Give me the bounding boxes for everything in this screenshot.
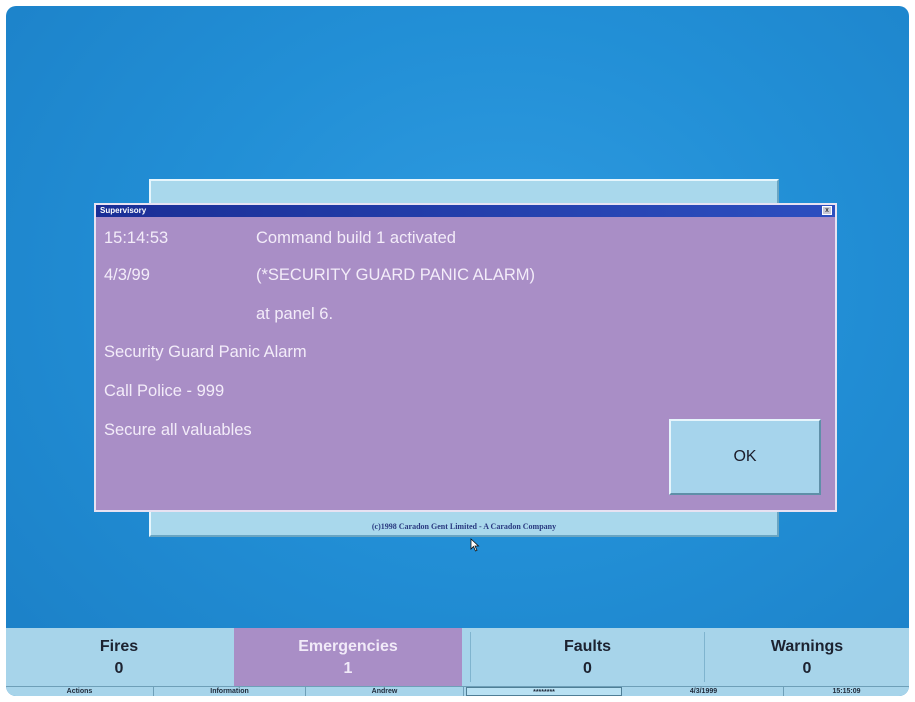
supervisory-dialog: Supervisory x 15:14:53 Command build 1 a… xyxy=(94,203,837,512)
ok-button[interactable]: OK xyxy=(669,419,821,495)
tile-fires-label: Fires xyxy=(99,638,139,655)
dialog-title: Supervisory xyxy=(100,206,147,215)
bottom-bar: Actions Information Andrew ******** 4/3/… xyxy=(6,686,909,696)
dialog-title-bar[interactable]: Supervisory x xyxy=(96,205,835,217)
info-line-3: Secure all valuables xyxy=(104,421,252,439)
copyright-text: (c)1998 Caradon Gent Limited - A Caradon… xyxy=(371,522,557,531)
information-menu[interactable]: Information xyxy=(154,687,306,696)
status-tiles: Fires 0 Emergencies 1 Faults 0 Warnings … xyxy=(6,628,909,686)
tile-faults-count: 0 xyxy=(583,660,592,677)
tile-warnings-label: Warnings xyxy=(770,638,844,655)
tile-emergencies[interactable]: Emergencies 1 xyxy=(234,628,462,686)
tile-emergencies-label: Emergencies xyxy=(298,638,398,655)
desktop: (c)1998 Caradon Gent Limited - A Caradon… xyxy=(6,6,909,696)
tile-faults-label: Faults xyxy=(563,638,612,655)
tile-emergencies-count: 1 xyxy=(343,660,353,677)
actions-menu[interactable]: Actions xyxy=(6,687,154,696)
password-field[interactable]: ******** xyxy=(466,687,622,696)
message-line-1: Command build 1 activated xyxy=(256,229,456,247)
close-button[interactable]: x xyxy=(822,206,832,215)
message-line-3: at panel 6. xyxy=(256,305,334,323)
tile-warnings[interactable]: Warnings 0 xyxy=(705,628,909,686)
event-date: 4/3/99 xyxy=(104,266,150,284)
user-name: Andrew xyxy=(306,687,464,696)
tile-fires-count: 0 xyxy=(114,660,124,677)
current-time: 15:15:09 xyxy=(832,688,861,695)
tile-fires[interactable]: Fires 0 xyxy=(6,628,232,686)
mouse-cursor-icon xyxy=(470,538,480,552)
info-line-2: Call Police - 999 xyxy=(104,382,225,400)
close-icon: x xyxy=(825,207,829,214)
info-line-1: Security Guard Panic Alarm xyxy=(104,343,307,361)
event-time: 15:14:53 xyxy=(104,229,169,247)
current-date: 4/3/1999 xyxy=(624,687,784,696)
message-line-2: (*SECURITY GUARD PANIC ALARM) xyxy=(256,266,536,284)
tile-faults[interactable]: Faults 0 xyxy=(471,628,704,686)
tile-warnings-count: 0 xyxy=(802,660,812,677)
